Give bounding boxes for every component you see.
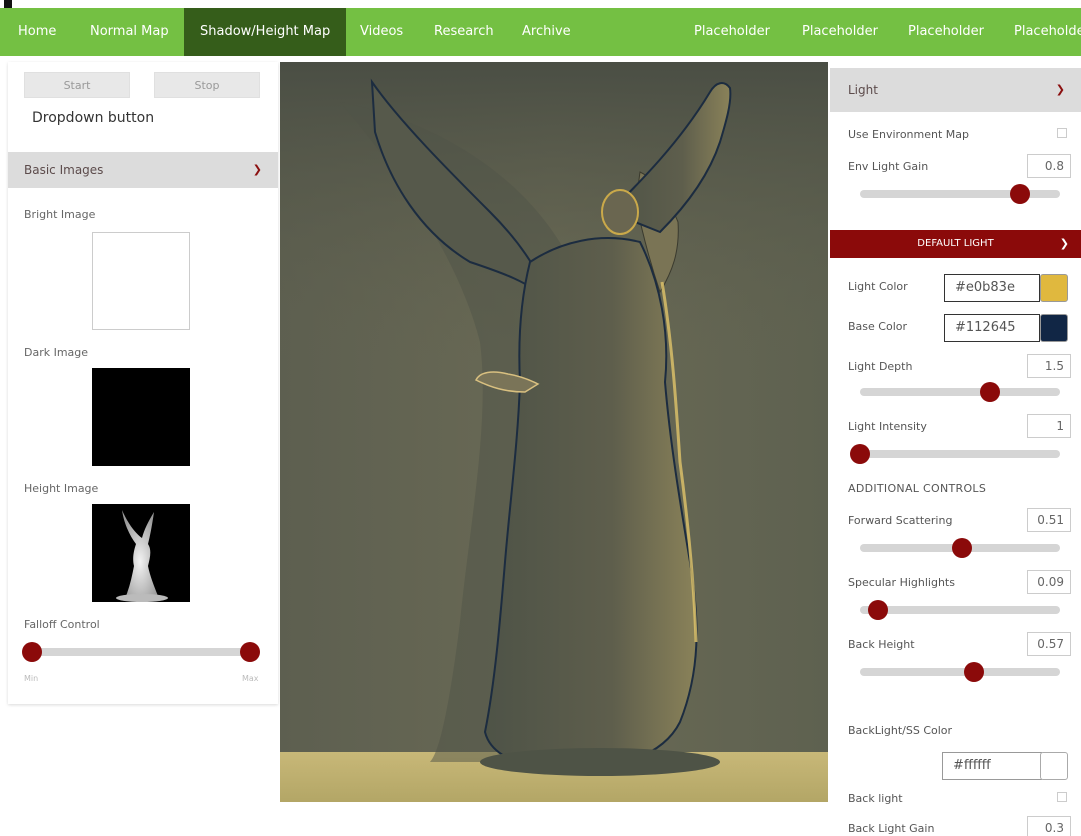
left-control-panel: Start Stop Dropdown button Basic Images … <box>8 62 278 704</box>
env-light-gain-label: Env Light Gain <box>848 160 929 173</box>
specular-highlights-input[interactable]: 0.09 <box>1027 570 1071 594</box>
back-light-gain-input[interactable]: 0.3 <box>1027 816 1071 836</box>
back-height-slider[interactable] <box>860 668 1060 676</box>
light-intensity-label: Light Intensity <box>848 420 927 433</box>
use-env-map-checkbox[interactable] <box>1057 128 1067 138</box>
backlight-ss-color-label: BackLight/SS Color <box>848 724 953 737</box>
back-light-gain-label: Back Light Gain <box>848 822 935 835</box>
back-height-label: Back Height <box>848 638 915 651</box>
specular-highlights-handle[interactable] <box>868 600 888 620</box>
light-color-label: Light Color <box>848 280 908 293</box>
light-depth-slider[interactable] <box>860 388 1060 396</box>
env-light-gain-handle[interactable] <box>1010 184 1030 204</box>
render-canvas[interactable] <box>280 62 828 802</box>
specular-highlights-label: Specular Highlights <box>848 576 955 589</box>
window-corner-marker <box>4 0 12 8</box>
light-section-header[interactable]: Light ❯ <box>830 68 1081 112</box>
env-light-gain-slider[interactable] <box>860 190 1060 198</box>
backlight-ss-color-swatch[interactable] <box>1040 752 1068 780</box>
env-light-gain-input[interactable]: 0.8 <box>1027 154 1071 178</box>
start-button[interactable]: Start <box>24 72 130 98</box>
light-intensity-slider[interactable] <box>860 450 1060 458</box>
back-height-handle[interactable] <box>964 662 984 682</box>
bright-image-label: Bright Image <box>24 208 96 221</box>
height-image-preview[interactable] <box>92 504 190 602</box>
height-map-thumbnail <box>116 510 168 602</box>
light-section-title: Light <box>848 83 878 97</box>
chevron-down-icon: ❯ <box>1059 237 1069 250</box>
back-height-input[interactable]: 0.57 <box>1027 632 1071 656</box>
base-color-swatch[interactable] <box>1040 314 1068 342</box>
nav-placeholder-3[interactable]: Placeholder <box>908 8 984 56</box>
forward-scattering-handle[interactable] <box>952 538 972 558</box>
light-intensity-handle[interactable] <box>850 444 870 464</box>
use-env-map-label: Use Environment Map <box>848 128 969 141</box>
falloff-control-label: Falloff Control <box>24 618 100 631</box>
nav-placeholder-4[interactable]: Placeholde <box>1014 8 1081 56</box>
default-light-header[interactable]: DEFAULT LIGHT ❯ <box>830 230 1081 258</box>
basic-images-title: Basic Images <box>24 163 104 177</box>
falloff-min-label: Min <box>24 674 39 683</box>
nav-archive[interactable]: Archive <box>522 8 571 56</box>
nav-home[interactable]: Home <box>18 8 56 56</box>
chevron-down-icon: ❯ <box>1055 83 1065 96</box>
falloff-max-handle[interactable] <box>240 642 260 662</box>
forward-scattering-input[interactable]: 0.51 <box>1027 508 1071 532</box>
light-color-input[interactable]: #e0b83e <box>944 274 1040 302</box>
light-depth-label: Light Depth <box>848 360 913 373</box>
nav-research[interactable]: Research <box>434 8 494 56</box>
top-navigation: Home Normal Map Shadow/Height Map Videos… <box>0 8 1081 56</box>
back-light-checkbox[interactable] <box>1057 792 1067 802</box>
back-light-label: Back light <box>848 792 903 805</box>
nav-shadow-height-map[interactable]: Shadow/Height Map <box>184 8 347 56</box>
backlight-ss-color-input[interactable]: #ffffff <box>942 752 1042 780</box>
nav-videos[interactable]: Videos <box>360 8 403 56</box>
falloff-min-handle[interactable] <box>22 642 42 662</box>
chevron-down-icon: ❯ <box>252 163 262 176</box>
base-color-label: Base Color <box>848 320 908 333</box>
light-depth-handle[interactable] <box>980 382 1000 402</box>
forward-scattering-label: Forward Scattering <box>848 514 953 527</box>
default-light-title: DEFAULT LIGHT <box>917 238 994 249</box>
basic-images-header[interactable]: Basic Images ❯ <box>8 152 278 188</box>
additional-controls-heading: ADDITIONAL CONTROLS <box>848 482 987 495</box>
light-intensity-input[interactable]: 1 <box>1027 414 1071 438</box>
right-control-panel: Light ❯ Use Environment Map Env Light Ga… <box>830 62 1081 836</box>
falloff-slider-track[interactable] <box>32 648 250 656</box>
nav-normal-map[interactable]: Normal Map <box>90 8 169 56</box>
nav-placeholder-1[interactable]: Placeholder <box>694 8 770 56</box>
stop-button[interactable]: Stop <box>154 72 260 98</box>
nav-placeholder-2[interactable]: Placeholder <box>802 8 878 56</box>
bright-image-preview[interactable] <box>92 232 190 330</box>
light-color-swatch[interactable] <box>1040 274 1068 302</box>
dark-image-label: Dark Image <box>24 346 89 359</box>
light-depth-input[interactable]: 1.5 <box>1027 354 1071 378</box>
base-color-input[interactable]: #112645 <box>944 314 1040 342</box>
angel-statue-render <box>280 62 828 802</box>
falloff-max-label: Max <box>242 674 259 683</box>
dropdown-button[interactable]: Dropdown button <box>32 110 154 126</box>
dark-image-preview[interactable] <box>92 368 190 466</box>
height-image-label: Height Image <box>24 482 99 495</box>
specular-highlights-slider[interactable] <box>860 606 1060 614</box>
